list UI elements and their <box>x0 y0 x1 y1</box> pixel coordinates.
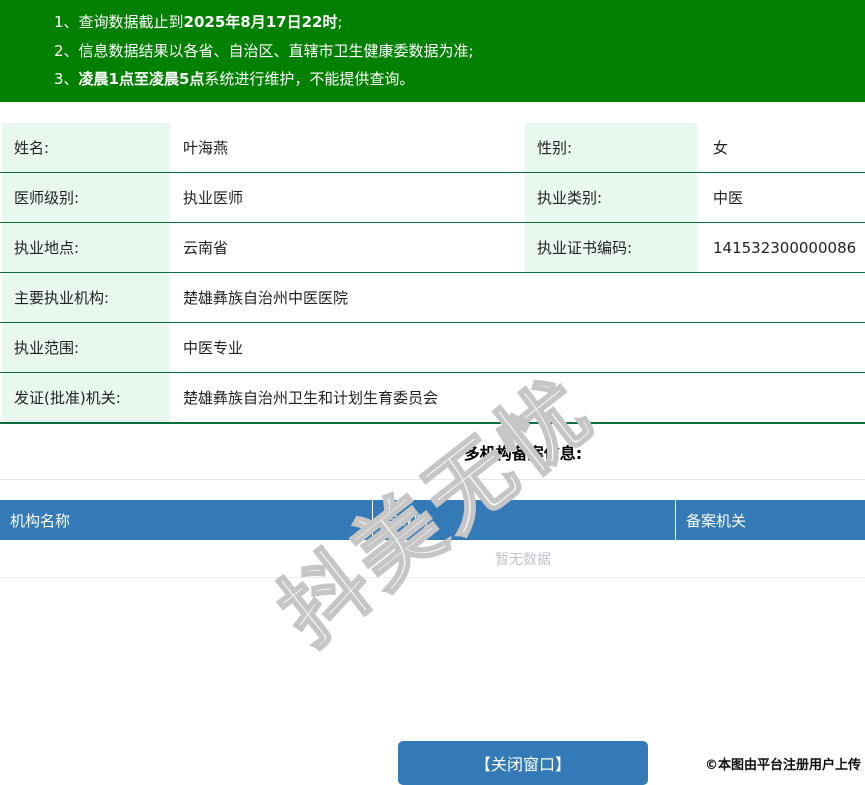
field-label-main-institution: 主要执业机构: <box>2 273 170 322</box>
field-value-main-institution: 楚雄彝族自治州中医医院 <box>183 289 349 307</box>
field-label-doctor-level: 医师级别: <box>2 173 170 222</box>
notice-line-1-tail: ; <box>337 13 343 31</box>
field-label-certificate-no: 执业证书编码: <box>525 223 697 272</box>
field-value-doctor-level: 执业医师 <box>183 189 244 207</box>
field-value-practice-scope: 中医专业 <box>183 339 244 357</box>
table-row: 执业地点: 云南省 执业证书编码: 141532300000086 <box>0 223 865 273</box>
field-label-gender: 性别: <box>525 123 697 172</box>
notice-line-3-text: 3、 <box>54 70 79 88</box>
field-value-name: 叶海燕 <box>183 139 229 157</box>
table-row: 发证(批准)机关: 楚雄彝族自治州卫生和计划生育委员会 <box>0 373 865 424</box>
notice-line-3-tail: 系统进行维护，不能提供查询。 <box>204 70 415 88</box>
field-value-practice-place: 云南省 <box>183 239 229 257</box>
field-label-practice-place: 执业地点: <box>2 223 170 272</box>
column-header-valid-period: 有效期 <box>372 500 675 540</box>
table-row: 姓名: 叶海燕 性别: 女 <box>0 123 865 173</box>
table-row: 主要执业机构: 楚雄彝族自治州中医医院 <box>0 273 865 323</box>
empty-data-placeholder: 暂无数据 <box>0 540 865 578</box>
table-row: 医师级别: 执业医师 执业类别: 中医 <box>0 173 865 223</box>
column-header-institution-name: 机构名称 <box>10 511 71 530</box>
doctor-info-table: 姓名: 叶海燕 性别: 女 医师级别: 执业医师 执业类别: 中医 执业地点: … <box>0 123 865 424</box>
table-row: 执业范围: 中医专业 <box>0 323 865 373</box>
notice-banner: 1、查询数据截止到2025年8月17日22时; 2、信息数据结果以各省、自治区、… <box>0 0 865 102</box>
field-value-certificate-no: 141532300000086 <box>713 238 857 257</box>
field-label-practice-scope: 执业范围: <box>2 323 170 372</box>
field-label-name: 姓名: <box>2 123 170 172</box>
notice-line-1-text: 1、查询数据截止到 <box>54 13 184 31</box>
field-value-practice-type: 中医 <box>713 189 744 207</box>
field-label-practice-type: 执业类别: <box>525 173 697 222</box>
field-value-issuing-authority: 楚雄彝族自治州卫生和计划生育委员会 <box>183 389 439 407</box>
multi-org-table: 机构名称 有效期 备案机关 暂无数据 <box>0 500 865 578</box>
content-wrapper: 姓名: 叶海燕 性别: 女 医师级别: 执业医师 执业类别: 中医 执业地点: … <box>0 123 865 785</box>
notice-line-2: 2、信息数据结果以各省、自治区、直辖市卫生健康委数据为准; <box>54 37 865 66</box>
notice-line-3-bold: 凌晨1点至凌晨5点 <box>78 70 205 88</box>
notice-line-3: 3、凌晨1点至凌晨5点系统进行维护，不能提供查询。 <box>54 65 865 94</box>
close-window-button[interactable]: 【关闭窗口】 <box>398 741 648 785</box>
field-label-issuing-authority: 发证(批准)机关: <box>2 373 170 422</box>
notice-line-2-text: 2、信息数据结果以各省、自治区、直辖市卫生健康委数据为准; <box>54 41 474 60</box>
multi-org-table-header: 机构名称 有效期 备案机关 <box>0 500 865 540</box>
field-value-gender: 女 <box>713 139 729 157</box>
multi-org-section-title: 多机构备案信息: <box>0 424 865 480</box>
upload-stamp-text: ©本图由平台注册用户上传 <box>704 758 861 773</box>
notice-line-1-bold: 2025年8月17日22时 <box>183 13 338 31</box>
column-header-record-authority: 备案机关 <box>675 500 865 540</box>
notice-line-1: 1、查询数据截止到2025年8月17日22时; <box>54 8 865 37</box>
